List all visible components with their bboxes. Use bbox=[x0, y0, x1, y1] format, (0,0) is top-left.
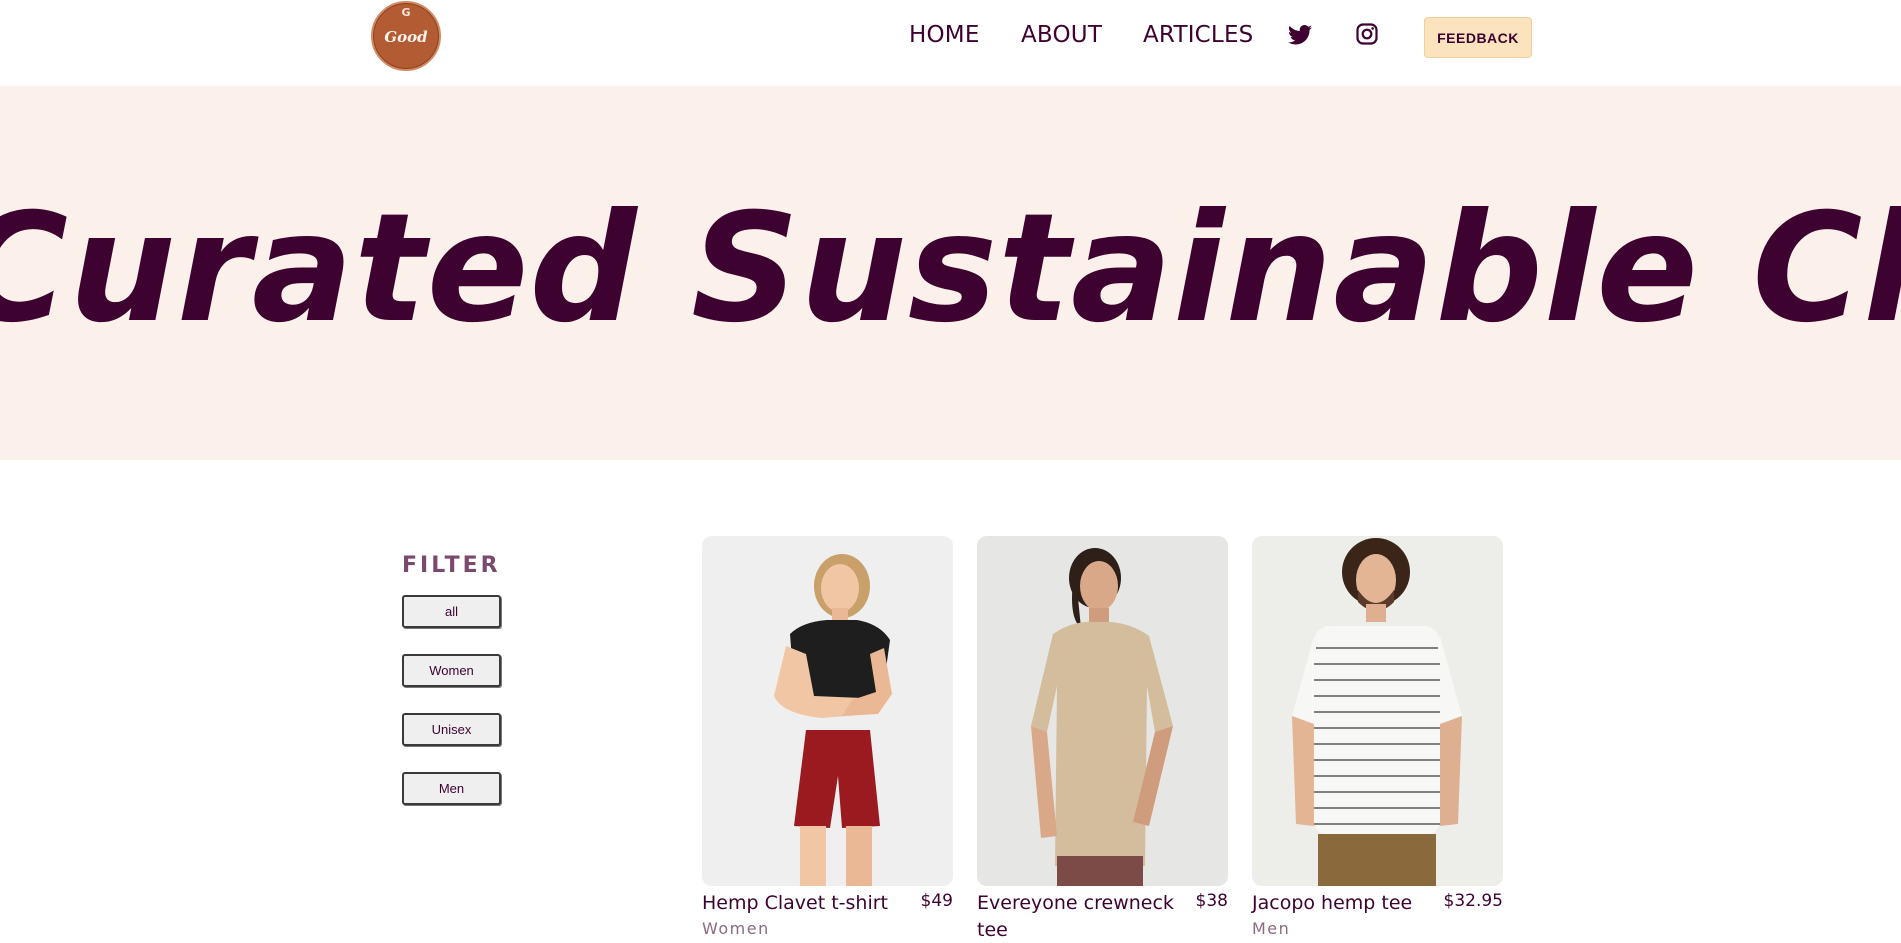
nav-home[interactable]: HOME bbox=[909, 22, 980, 48]
filter-men-button[interactable]: Men bbox=[402, 772, 501, 805]
instagram-icon[interactable] bbox=[1356, 23, 1380, 47]
filter-title: FILTER bbox=[402, 553, 501, 578]
product-name[interactable]: Jacopo hemp tee bbox=[1252, 890, 1462, 917]
twitter-icon[interactable] bbox=[1288, 24, 1312, 48]
filter-unisex-button[interactable]: Unisex bbox=[402, 713, 501, 746]
logo[interactable]: G Good bbox=[371, 1, 441, 71]
product-price: $38 bbox=[1195, 891, 1228, 911]
logo-text: Good bbox=[384, 28, 428, 46]
product-card[interactable]: Hemp Clavet t-shirt $49 Women bbox=[702, 536, 953, 938]
logo-letter: G bbox=[401, 6, 411, 19]
banner-marquee-text: Curated Sustainable Cloth's bbox=[0, 182, 1901, 356]
product-name[interactable]: Hemp Clavet t-shirt bbox=[702, 890, 912, 917]
product-price: $32.95 bbox=[1443, 891, 1503, 911]
filter-all-button[interactable]: all bbox=[402, 595, 501, 628]
hero-banner: Curated Sustainable Cloth's bbox=[0, 86, 1901, 460]
nav-about[interactable]: ABOUT bbox=[1021, 22, 1102, 48]
product-image[interactable] bbox=[977, 536, 1228, 886]
product-category: Men bbox=[1252, 919, 1291, 938]
site-header: G Good HOME ABOUT ARTICLES FEEDBACK bbox=[0, 0, 1901, 86]
product-image[interactable] bbox=[1252, 536, 1503, 886]
product-price: $49 bbox=[920, 891, 953, 911]
product-image[interactable] bbox=[702, 536, 953, 886]
product-card[interactable]: Jacopo hemp tee $32.95 Men bbox=[1252, 536, 1503, 938]
nav-articles[interactable]: ARTICLES bbox=[1143, 22, 1253, 48]
product-name[interactable]: Evereyone crewneck tee bbox=[977, 890, 1187, 943]
product-category: Women bbox=[702, 919, 770, 938]
product-card[interactable]: Evereyone crewneck tee $38 bbox=[977, 536, 1228, 941]
filter-women-button[interactable]: Women bbox=[402, 654, 501, 687]
feedback-button[interactable]: FEEDBACK bbox=[1424, 17, 1532, 58]
